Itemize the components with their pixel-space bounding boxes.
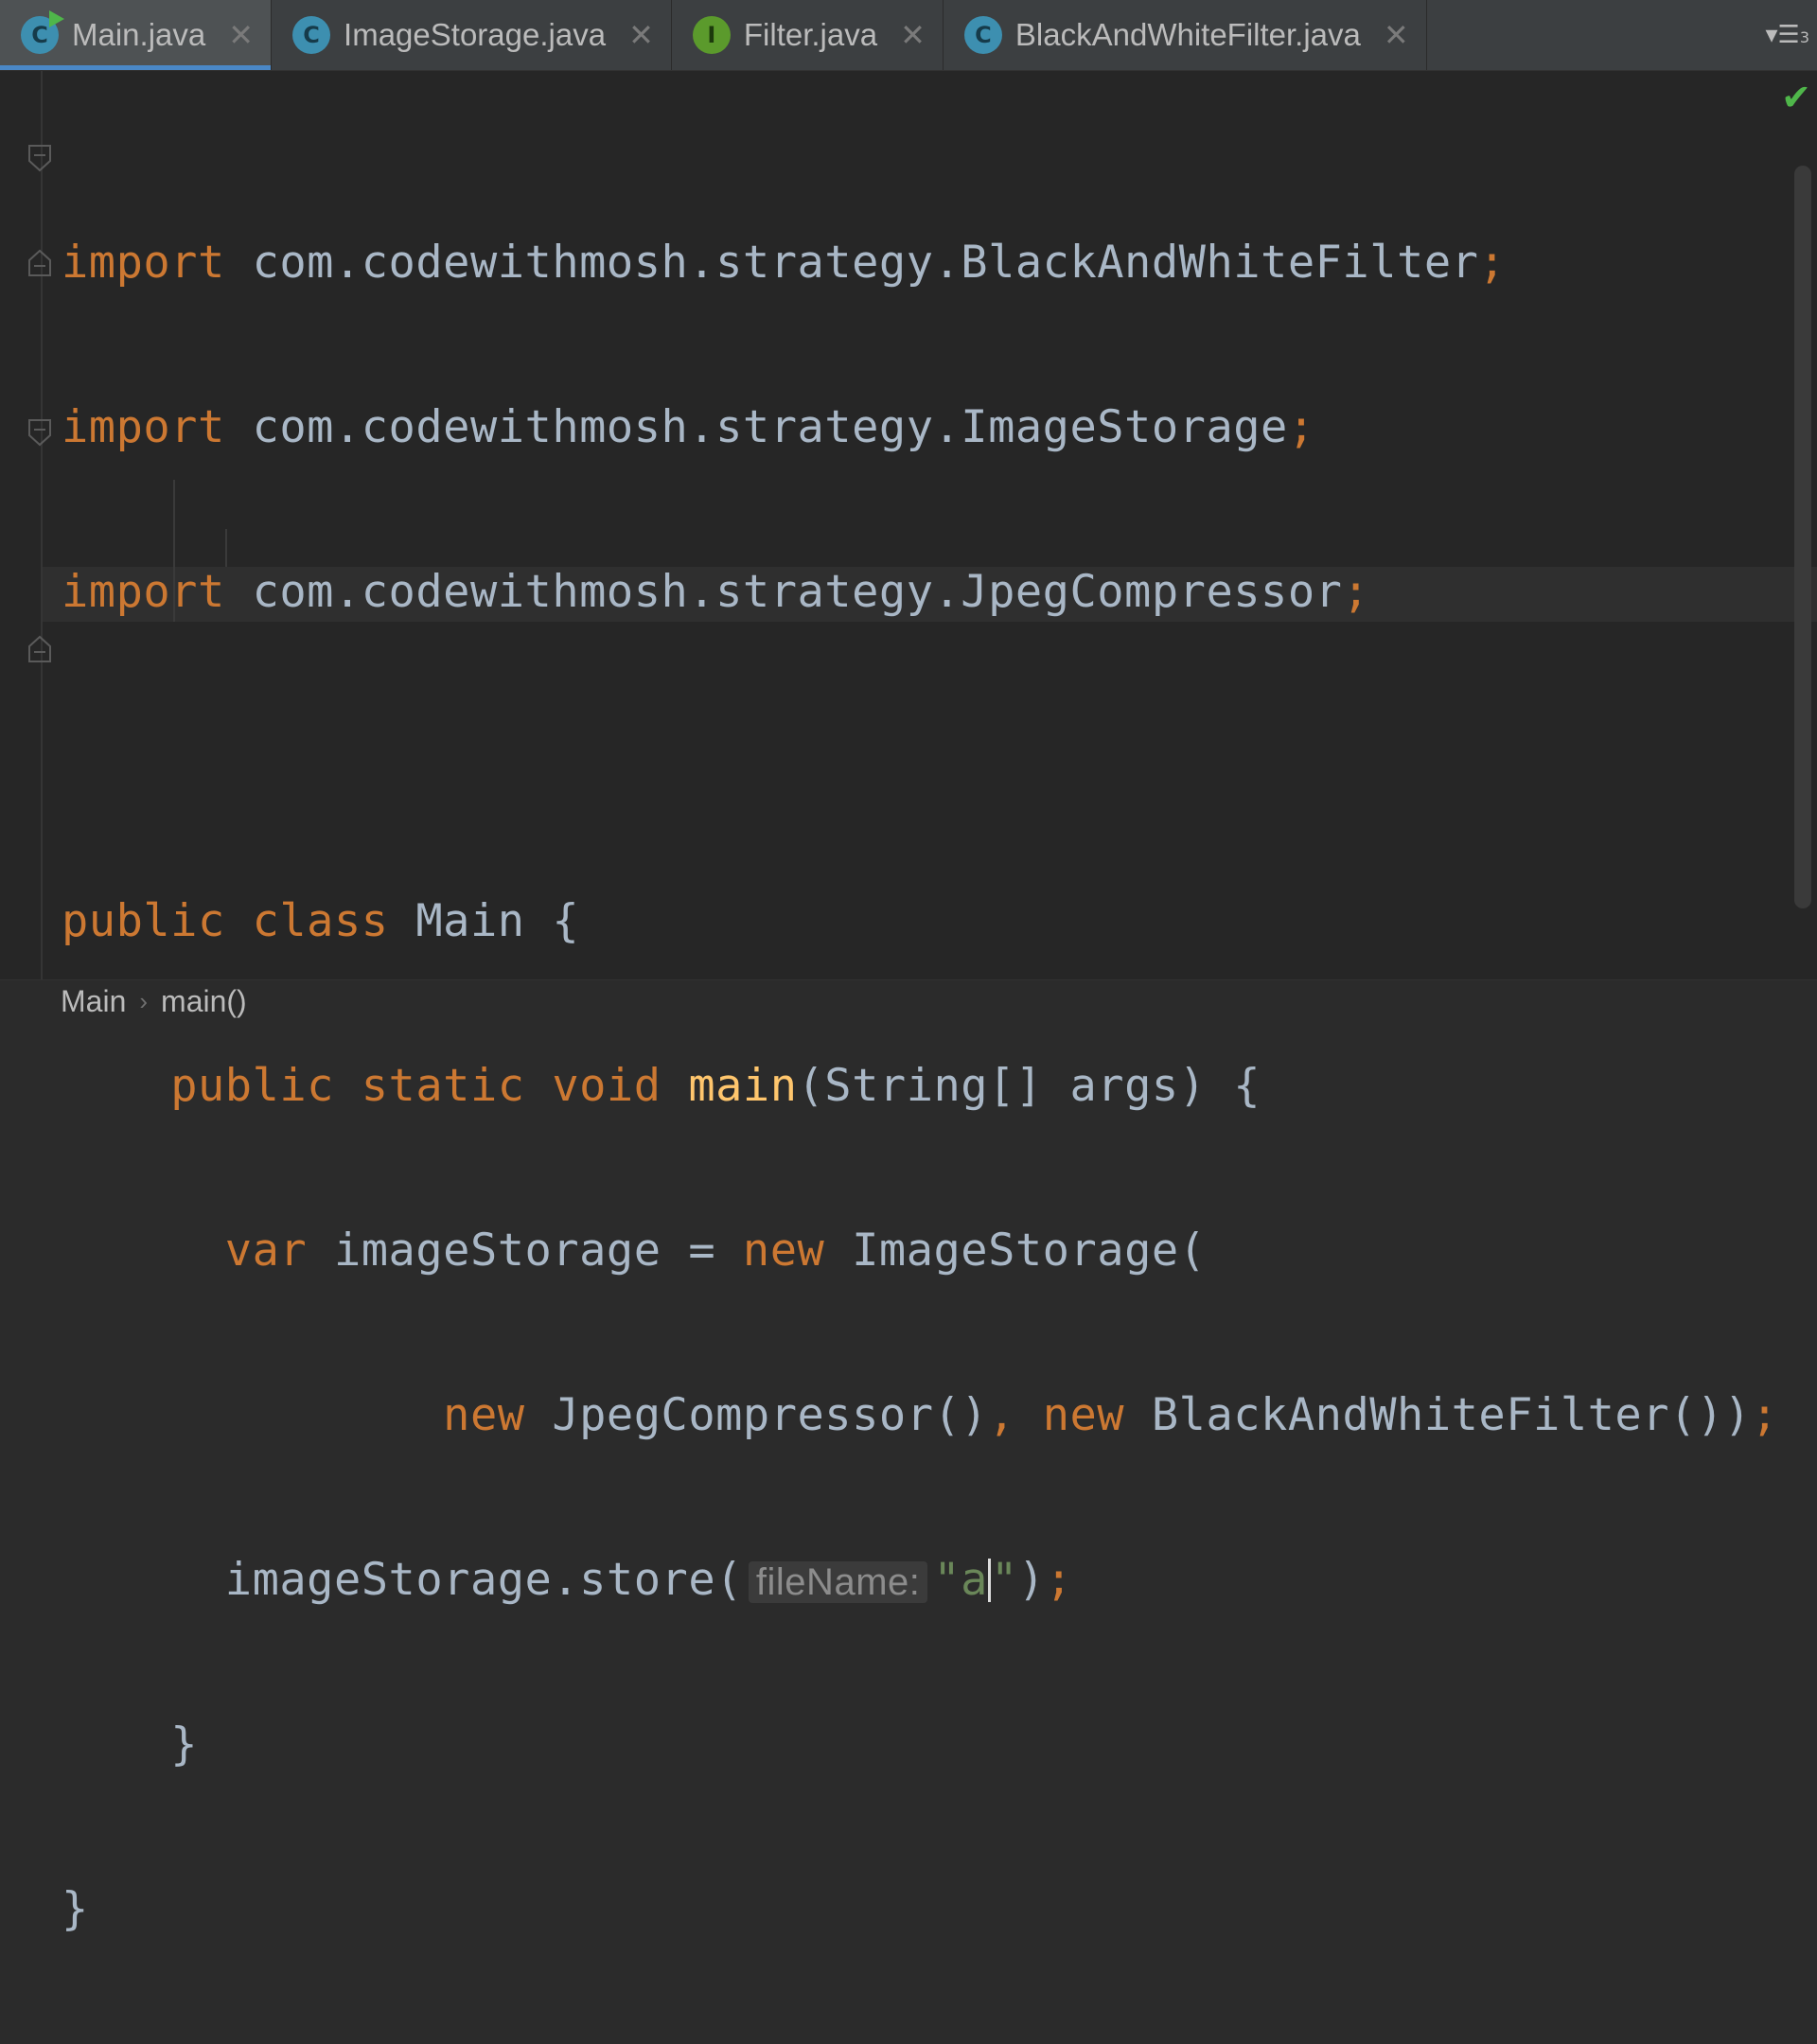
class-icon: C <box>292 16 331 54</box>
breadcrumb: Main › main() <box>0 979 1817 1022</box>
code-line-2: import com.codewithmosh.strategy.ImageSt… <box>62 401 1315 453</box>
fold-end-icon[interactable] <box>26 249 53 277</box>
tab-label: BlackAndWhiteFilter.java <box>1014 17 1361 52</box>
close-icon[interactable]: ✕ <box>228 17 254 53</box>
code-line-7: var imageStorage = new ImageStorage( <box>224 1225 1207 1277</box>
class-icon: C <box>21 10 64 54</box>
run-indicator-icon <box>49 10 64 27</box>
code-line-11: } <box>62 1883 89 1935</box>
code-line-6: public static void main(String[] args) { <box>170 1060 1261 1112</box>
close-icon[interactable]: ✕ <box>628 17 654 53</box>
fold-end-icon[interactable] <box>26 635 53 663</box>
fold-start-icon[interactable] <box>26 418 53 447</box>
tab-imagestorage-java[interactable]: C ImageStorage.java ✕ <box>272 0 672 70</box>
class-icon: C <box>963 16 1002 54</box>
tab-label: ImageStorage.java <box>344 17 607 52</box>
interface-icon: I <box>692 16 731 54</box>
fold-start-icon[interactable] <box>26 144 53 172</box>
code-line-10: } <box>170 1718 198 1771</box>
breadcrumb-item-main-method[interactable]: main() <box>161 984 247 1019</box>
parameter-hint: fileName: <box>748 1561 928 1603</box>
chevron-right-icon: › <box>139 986 149 1015</box>
code-line-3: import com.codewithmosh.strategy.JpegCom… <box>62 566 1370 618</box>
editor-tab-bar: C Main.java ✕ C ImageStorage.java ✕ I Fi… <box>0 0 1817 71</box>
breadcrumb-item-main[interactable]: Main <box>61 984 126 1019</box>
code-line-8: new JpegCompressor(), new BlackAndWhiteF… <box>443 1389 1779 1441</box>
close-icon[interactable]: ✕ <box>900 17 926 53</box>
tab-list-menu-icon[interactable]: ▾☰3 <box>1765 21 1809 49</box>
tab-main-java[interactable]: C Main.java ✕ <box>0 0 273 70</box>
code-line-9: imageStorage.store(fileName: "a"); <box>224 1554 1073 1606</box>
tab-blackandwhitefilter-java[interactable]: C BlackAndWhiteFilter.java ✕ <box>944 0 1427 70</box>
code-editor[interactable]: ✔ import com.codewithmosh.strategy.Black… <box>0 71 1817 1935</box>
inspection-ok-icon[interactable]: ✔ <box>1781 77 1811 118</box>
code-text[interactable]: import com.codewithmosh.strategy.BlackAn… <box>62 126 1778 2044</box>
close-icon[interactable]: ✕ <box>1384 17 1409 53</box>
tab-filter-java[interactable]: I Filter.java ✕ <box>672 0 944 70</box>
tab-label: Main.java <box>72 17 206 52</box>
vertical-scrollbar[interactable] <box>1794 166 1811 908</box>
gutter-divider <box>41 71 43 979</box>
tab-label: Filter.java <box>743 17 878 52</box>
code-line-1: import com.codewithmosh.strategy.BlackAn… <box>62 237 1507 289</box>
code-line-5: public class Main { <box>62 895 580 947</box>
